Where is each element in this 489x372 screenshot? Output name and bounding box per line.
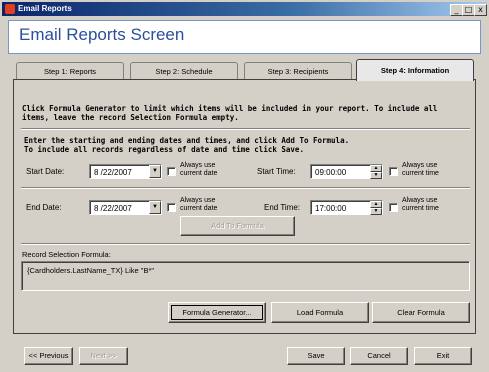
end-always-time-checkbox[interactable] xyxy=(389,203,398,212)
record-selection-formula-field[interactable]: {Cardholders.LastName_TX} Like "B*" xyxy=(21,261,470,291)
start-time-spinner[interactable]: ▲ ▼ xyxy=(370,165,382,180)
spin-down-icon[interactable]: ▼ xyxy=(370,172,382,179)
info-line-2: items, leave the record Selection Formul… xyxy=(22,113,239,122)
load-formula-button[interactable]: Load Formula xyxy=(271,302,369,323)
end-date-label: End Date: xyxy=(26,203,62,212)
end-always-time-label-2: current time xyxy=(402,205,439,212)
formula-label: Record Selection Formula: xyxy=(22,250,111,259)
tab-reports[interactable]: Step 1: Reports xyxy=(16,62,124,80)
tab-schedule[interactable]: Step 2: Schedule xyxy=(130,62,238,80)
start-always-time-checkbox[interactable] xyxy=(389,167,398,176)
tab-recipients[interactable]: Step 3: Recipients xyxy=(244,62,352,80)
app-icon xyxy=(5,4,15,14)
start-always-date-label-1: Always use xyxy=(180,162,216,169)
next-button[interactable]: Next >> xyxy=(79,347,128,365)
header-box: Email Reports Screen xyxy=(8,20,481,54)
start-always-time-label-2: current time xyxy=(402,170,439,177)
divider xyxy=(21,128,470,130)
start-time-input[interactable]: 09:00:00 ▲ ▼ xyxy=(310,164,383,179)
divider xyxy=(21,243,470,245)
tab-information[interactable]: Step 4: Information xyxy=(356,59,474,81)
page-title: Email Reports Screen xyxy=(19,25,185,44)
start-date-label: Start Date: xyxy=(26,167,65,176)
end-always-date-label-2: current date xyxy=(180,205,218,212)
previous-button[interactable]: << Previous xyxy=(24,347,73,365)
start-always-date-checkbox[interactable] xyxy=(167,167,176,176)
save-button[interactable]: Save xyxy=(287,347,345,365)
formula-value: {Cardholders.LastName_TX} Like "B*" xyxy=(27,266,155,275)
divider xyxy=(21,187,470,189)
end-time-value: 17:00:00 xyxy=(315,204,347,213)
cancel-button[interactable]: Cancel xyxy=(350,347,408,365)
email-reports-window: Email Reports _ □ x Email Reports Screen… xyxy=(0,0,489,372)
instruction-line-1: Enter the starting and ending dates and … xyxy=(24,136,350,145)
spin-down-icon[interactable]: ▼ xyxy=(370,208,382,215)
end-date-dropdown-icon[interactable]: ▼ xyxy=(149,201,161,214)
end-always-time-label-1: Always use xyxy=(402,197,438,204)
info-line-1: Click Formula Generator to limit which i… xyxy=(22,104,438,113)
start-always-time-label-1: Always use xyxy=(402,162,438,169)
start-time-value: 09:00:00 xyxy=(315,168,347,177)
title-bar[interactable]: Email Reports _ □ x xyxy=(2,2,487,16)
spin-up-icon[interactable]: ▲ xyxy=(370,165,382,172)
end-time-label: End Time: xyxy=(264,203,301,212)
start-date-dropdown-icon[interactable]: ▼ xyxy=(149,165,161,178)
start-time-label: Start Time: xyxy=(257,167,296,176)
end-time-input[interactable]: 17:00:00 ▲ ▼ xyxy=(310,200,383,215)
clear-formula-button[interactable]: Clear Formula xyxy=(372,302,470,323)
end-always-date-checkbox[interactable] xyxy=(167,203,176,212)
formula-generator-button[interactable]: Formula Generator... xyxy=(168,302,266,323)
window-title: Email Reports xyxy=(18,4,72,13)
start-date-input[interactable]: 8 /22/2007 ▼ xyxy=(89,164,162,179)
end-date-input[interactable]: 8 /22/2007 ▼ xyxy=(89,200,162,215)
spin-up-icon[interactable]: ▲ xyxy=(370,201,382,208)
add-to-formula-button[interactable]: Add To Formula xyxy=(180,216,295,236)
start-always-date-label-2: current date xyxy=(180,170,218,177)
end-always-date-label-1: Always use xyxy=(180,197,216,204)
close-button[interactable]: x xyxy=(474,4,487,16)
exit-button[interactable]: Exit xyxy=(414,347,472,365)
instruction-line-2: To include all records regardless of dat… xyxy=(24,145,304,154)
end-time-spinner[interactable]: ▲ ▼ xyxy=(370,201,382,216)
start-date-value: 8 /22/2007 xyxy=(94,168,132,177)
end-date-value: 8 /22/2007 xyxy=(94,204,132,213)
